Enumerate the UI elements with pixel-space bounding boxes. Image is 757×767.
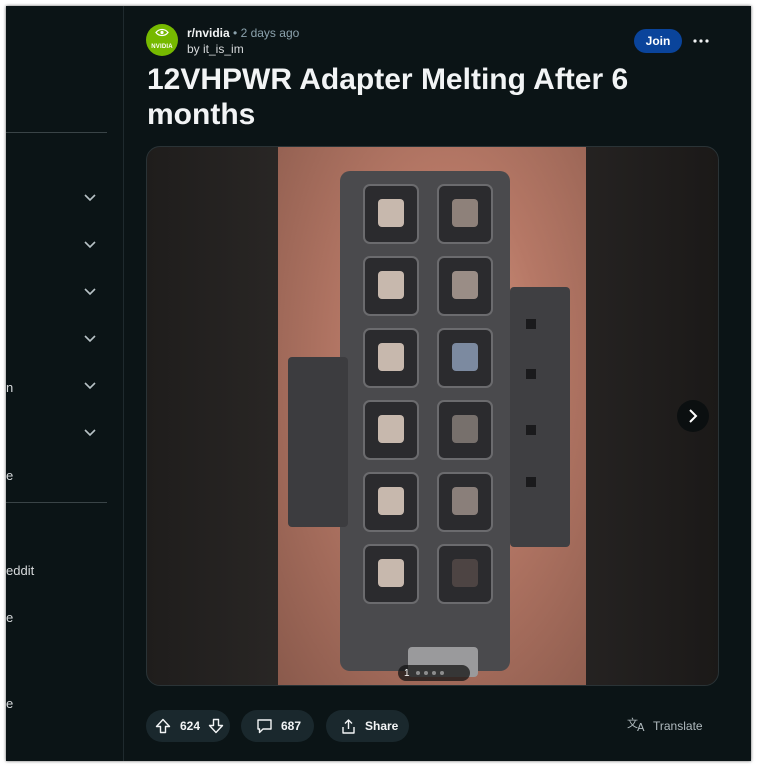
- more-options-icon[interactable]: [690, 30, 712, 52]
- nvidia-eye-icon: [155, 28, 169, 37]
- carousel-page-number: 1: [404, 667, 410, 679]
- chevron-down-icon[interactable]: [84, 335, 96, 345]
- downvote-icon[interactable]: [207, 718, 225, 734]
- subreddit-avatar[interactable]: NVIDIA: [146, 24, 178, 56]
- sidebar-item-label[interactable]: e: [6, 468, 13, 483]
- chevron-right-icon: [689, 409, 698, 423]
- share-button[interactable]: Share: [326, 710, 409, 742]
- sidebar-item-label[interactable]: e: [6, 696, 13, 711]
- sidebar-divider: [6, 502, 107, 503]
- sidebar-item-label[interactable]: eddit: [6, 563, 34, 578]
- carousel-dot[interactable]: [431, 671, 436, 675]
- media-carousel[interactable]: [146, 146, 719, 686]
- sidebar-item-label[interactable]: n: [6, 380, 13, 395]
- chevron-down-icon[interactable]: [84, 288, 96, 298]
- reddit-window: n e eddit e e NVIDIA r/nvidia • 2 days a…: [6, 6, 751, 761]
- post-time: 2 days ago: [240, 26, 300, 40]
- sidebar-item-label[interactable]: e: [6, 610, 13, 625]
- carousel-dot[interactable]: [423, 671, 428, 675]
- vote-control: 624: [146, 710, 230, 742]
- author-link[interactable]: by it_is_im: [187, 42, 244, 56]
- subreddit-link[interactable]: r/nvidia: [187, 26, 230, 40]
- translate-label: Translate: [653, 718, 703, 733]
- comment-count: 687: [281, 719, 302, 733]
- meta-separator: •: [233, 26, 238, 40]
- carousel-dot[interactable]: [415, 671, 420, 675]
- join-button[interactable]: Join: [634, 29, 682, 53]
- carousel-dot[interactable]: [439, 671, 444, 675]
- carousel-next-button[interactable]: [677, 400, 709, 432]
- chevron-down-icon[interactable]: [84, 382, 96, 392]
- translate-icon: 文A: [627, 716, 647, 735]
- share-icon: [339, 718, 357, 735]
- avatar-logo-text: NVIDIA: [151, 43, 173, 50]
- sidebar-divider: [6, 132, 107, 133]
- comment-icon: [255, 718, 273, 734]
- carousel-pagination[interactable]: 1: [398, 665, 470, 681]
- chevron-down-icon[interactable]: [84, 429, 96, 439]
- post-meta: r/nvidia • 2 days ago: [187, 26, 299, 40]
- upvote-icon[interactable]: [154, 718, 172, 734]
- translate-button[interactable]: 文A Translate: [627, 716, 703, 735]
- chevron-down-icon[interactable]: [84, 194, 96, 204]
- chevron-down-icon[interactable]: [84, 241, 96, 251]
- share-label: Share: [365, 719, 399, 733]
- comments-button[interactable]: 687: [241, 710, 314, 742]
- left-sidebar: n e eddit e e: [6, 6, 124, 761]
- post-title[interactable]: 12VHPWR Adapter Melting After 6 months: [147, 62, 687, 132]
- connector-photo: [278, 147, 586, 685]
- upvote-count: 624: [180, 719, 201, 733]
- svg-text:A: A: [637, 721, 645, 732]
